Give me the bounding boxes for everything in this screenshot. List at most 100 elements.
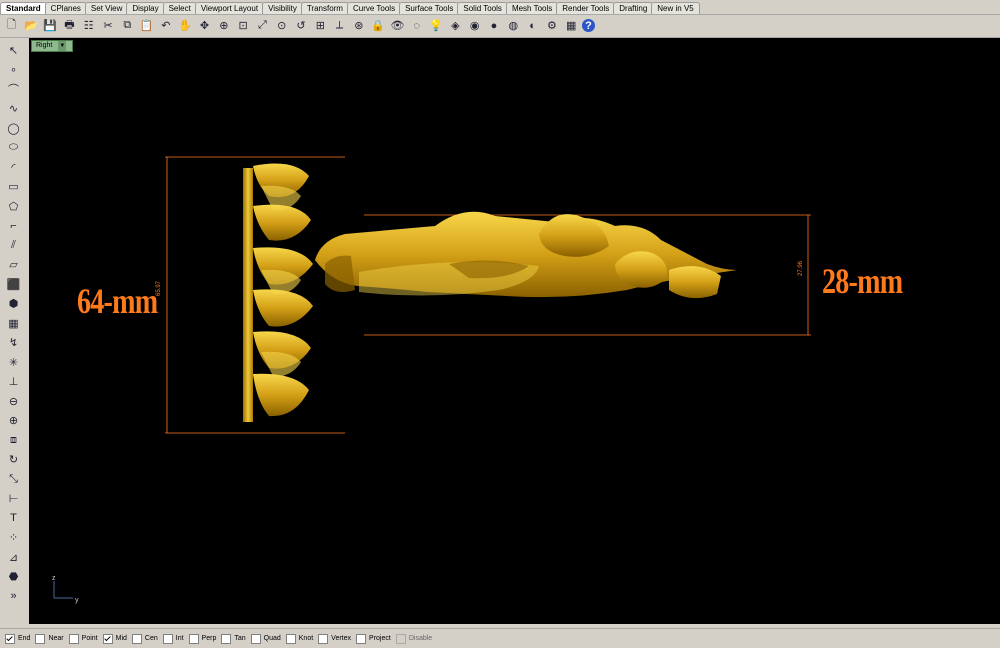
surface-icon[interactable]: ▱: [5, 257, 22, 273]
reclining-figure-model[interactable]: [315, 211, 737, 299]
osnap-point-checkbox[interactable]: [68, 633, 79, 644]
ellipse-icon[interactable]: ⬭: [5, 140, 22, 156]
options-icon[interactable]: ⚙: [543, 17, 560, 34]
open-icon[interactable]: 📂: [22, 17, 39, 34]
tab-curve-tools[interactable]: Curve Tools: [346, 2, 402, 14]
osnap-end[interactable]: End: [5, 633, 30, 644]
rendered-sphere-icon[interactable]: ◍: [505, 17, 522, 34]
pan-icon[interactable]: ✋: [177, 17, 194, 34]
osnap-int-checkbox[interactable]: [162, 633, 173, 644]
solid-box-icon[interactable]: ⬛: [5, 276, 22, 292]
osnap-disable[interactable]: Disable: [395, 633, 432, 644]
grid-snap-icon[interactable]: ⊛: [350, 17, 367, 34]
paste-icon[interactable]: 📋: [138, 17, 155, 34]
tab-visibility[interactable]: Visibility: [262, 2, 303, 14]
rotate-icon[interactable]: ↻: [5, 452, 22, 468]
select-arrow-icon[interactable]: ↖: [5, 42, 22, 58]
cut-icon[interactable]: ✂: [100, 17, 117, 34]
material-sphere-icon[interactable]: ◐: [524, 17, 541, 34]
lightbulb-icon[interactable]: 💡: [428, 17, 445, 34]
four-viewports-icon[interactable]: ⊞: [312, 17, 329, 34]
osnap-near[interactable]: Near: [35, 633, 64, 644]
fillet-icon[interactable]: ⌐: [5, 218, 22, 234]
osnap-vertex[interactable]: Vertex: [318, 633, 351, 644]
osnap-perp-checkbox[interactable]: [188, 633, 199, 644]
rotate-view-icon[interactable]: ✥: [196, 17, 213, 34]
osnap-cen-checkbox[interactable]: [131, 633, 142, 644]
osnap-end-checkbox[interactable]: [5, 633, 15, 644]
tab-viewport-layout[interactable]: Viewport Layout: [194, 2, 265, 14]
osnap-quad-checkbox[interactable]: [250, 633, 261, 644]
layer-icon[interactable]: ◈: [447, 17, 464, 34]
shaded-sphere-icon[interactable]: ●: [486, 17, 503, 34]
grid-options-icon[interactable]: ▦: [563, 17, 580, 34]
lotus-base-model[interactable]: [243, 163, 313, 422]
tab-surface-tools[interactable]: Surface Tools: [399, 2, 460, 14]
curve-from-object-icon[interactable]: ↯: [5, 335, 22, 351]
osnap-quad[interactable]: Quad: [250, 633, 281, 644]
print-icon[interactable]: 🖶: [61, 17, 78, 34]
join-icon[interactable]: ⊕: [5, 413, 22, 429]
tab-cplanes[interactable]: CPlanes: [44, 2, 87, 14]
group-icon[interactable]: ⧈: [5, 432, 22, 448]
new-icon[interactable]: 🗋: [3, 17, 20, 34]
save-icon[interactable]: 💾: [42, 17, 59, 34]
osnap-cen[interactable]: Cen: [131, 633, 158, 644]
osnap-tan[interactable]: Tan: [221, 633, 246, 644]
tab-standard[interactable]: Standard: [0, 2, 47, 14]
osnap-int[interactable]: Int: [162, 633, 184, 644]
render-icon[interactable]: ⬣: [5, 569, 22, 585]
osnap-mid-checkbox[interactable]: [102, 633, 113, 644]
osnap-point[interactable]: Point: [68, 633, 98, 644]
osnap-mid[interactable]: Mid: [102, 633, 127, 644]
tab-solid-tools[interactable]: Solid Tools: [457, 2, 508, 14]
tab-mesh-tools[interactable]: Mesh Tools: [505, 2, 559, 14]
arc-icon[interactable]: ◜: [5, 159, 22, 175]
tab-render-tools[interactable]: Render Tools: [556, 2, 616, 14]
zoom-selected-icon[interactable]: ⊙: [273, 17, 290, 34]
osnap-project[interactable]: Project: [356, 633, 391, 644]
scale-icon[interactable]: ⤡: [5, 471, 22, 487]
analyze-icon[interactable]: ⊿: [5, 549, 22, 565]
show-objects-icon[interactable]: 👁: [389, 17, 406, 34]
help-icon[interactable]: ?: [582, 19, 595, 32]
osnap-disable-checkbox[interactable]: [395, 633, 406, 644]
osnap-near-checkbox[interactable]: [35, 633, 46, 644]
zoom-window-icon[interactable]: ⊡: [235, 17, 252, 34]
point-icon[interactable]: ∘: [5, 62, 22, 78]
polygon-icon[interactable]: ⬠: [5, 198, 22, 214]
osnap-project-checkbox[interactable]: [356, 633, 367, 644]
rectangle-icon[interactable]: ▭: [5, 179, 22, 195]
tab-select[interactable]: Select: [162, 2, 197, 14]
curve-icon[interactable]: ∿: [5, 101, 22, 117]
array-icon[interactable]: ⁘: [5, 530, 22, 546]
dimension-icon[interactable]: ⊢: [5, 491, 22, 507]
zoom-extents-icon[interactable]: ⤢: [254, 17, 271, 34]
cplane-icon[interactable]: ⟂: [331, 17, 348, 34]
tab-display[interactable]: Display: [126, 2, 165, 14]
undo-view-icon[interactable]: ↺: [293, 17, 310, 34]
osnap-vertex-checkbox[interactable]: [318, 633, 329, 644]
lock-icon[interactable]: 🔒: [370, 17, 387, 34]
osnap-perp[interactable]: Perp: [188, 633, 216, 644]
hide-objects-icon[interactable]: ◌: [408, 17, 425, 34]
zoom-dynamic-icon[interactable]: ⊕: [215, 17, 232, 34]
osnap-tan-checkbox[interactable]: [221, 633, 232, 644]
polyline-icon[interactable]: ⌒: [5, 81, 22, 97]
tab-drafting[interactable]: Drafting: [613, 2, 654, 14]
boolean-icon[interactable]: ⊖: [5, 393, 22, 409]
text-icon[interactable]: T: [5, 510, 22, 526]
tab-transform[interactable]: Transform: [300, 2, 349, 14]
color-wheel-icon[interactable]: ◉: [466, 17, 483, 34]
tab-new-in-v5[interactable]: New in V5: [651, 2, 700, 14]
solid-union-icon[interactable]: ⬢: [5, 296, 22, 312]
circle-icon[interactable]: ◯: [5, 120, 22, 136]
copy-icon[interactable]: ⧉: [119, 17, 136, 34]
split-icon[interactable]: ⊥: [5, 374, 22, 390]
mesh-icon[interactable]: ▦: [5, 315, 22, 331]
osnap-knot-checkbox[interactable]: [285, 633, 296, 644]
explode-icon[interactable]: ✳: [5, 354, 22, 370]
undo-icon[interactable]: ↶: [157, 17, 174, 34]
tab-set-view[interactable]: Set View: [84, 2, 129, 14]
osnap-knot[interactable]: Knot: [285, 633, 313, 644]
